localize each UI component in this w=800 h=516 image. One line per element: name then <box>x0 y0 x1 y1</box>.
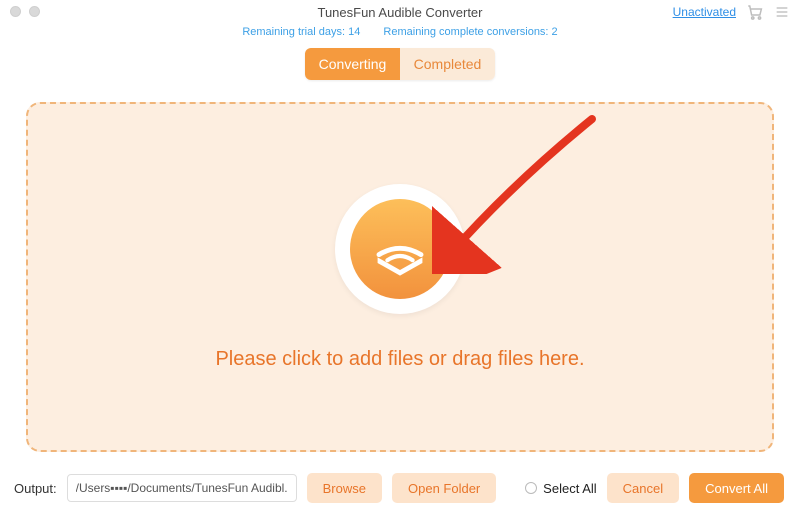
tab-converting[interactable]: Converting <box>305 48 400 80</box>
tab-group: Converting Completed <box>305 48 495 80</box>
output-label: Output: <box>14 481 57 496</box>
audible-icon <box>365 214 435 284</box>
app-window: TunesFun Audible Converter Unactivated R… <box>0 0 800 516</box>
footer-bar: Output: Browse Open Folder Select All Ca… <box>0 460 800 516</box>
window-controls <box>10 6 40 17</box>
close-icon[interactable] <box>10 6 21 17</box>
menu-icon[interactable] <box>774 4 790 20</box>
minimize-icon[interactable] <box>29 6 40 17</box>
tab-bar: Converting Completed <box>0 48 800 80</box>
select-all-toggle[interactable]: Select All <box>525 481 596 496</box>
cancel-button[interactable]: Cancel <box>607 473 679 503</box>
browse-button[interactable]: Browse <box>307 473 382 503</box>
activation-link[interactable]: Unactivated <box>673 5 736 19</box>
remaining-conversions: Remaining complete conversions: 2 <box>383 26 557 38</box>
titlebar: TunesFun Audible Converter Unactivated <box>0 0 800 24</box>
titlebar-right: Unactivated <box>673 3 790 21</box>
open-folder-button[interactable]: Open Folder <box>392 473 496 503</box>
audible-logo <box>335 184 465 314</box>
radio-icon <box>525 482 537 494</box>
trial-days: Remaining trial days: 14 <box>242 26 360 38</box>
select-all-label: Select All <box>543 481 596 496</box>
convert-all-button[interactable]: Convert All <box>689 473 784 503</box>
cart-icon[interactable] <box>746 3 764 21</box>
dropzone-prompt: Please click to add files or drag files … <box>215 348 584 371</box>
tab-completed[interactable]: Completed <box>400 48 495 80</box>
main-area: Please click to add files or drag files … <box>0 80 800 460</box>
dropzone[interactable]: Please click to add files or drag files … <box>26 102 774 452</box>
output-path-field[interactable] <box>67 474 297 502</box>
trial-info: Remaining trial days: 14 Remaining compl… <box>0 26 800 38</box>
audible-logo-inner <box>350 199 450 299</box>
